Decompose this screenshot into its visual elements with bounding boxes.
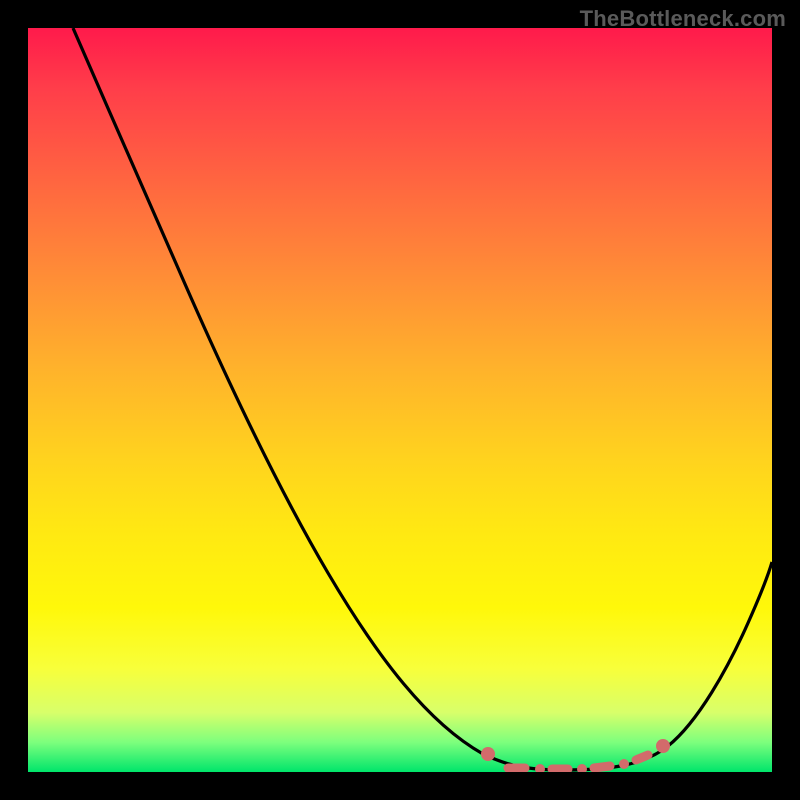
bottleneck-curve xyxy=(73,28,772,770)
valley-marker-dot xyxy=(656,739,670,753)
valley-marker-dot xyxy=(481,747,495,761)
chart-curve-svg xyxy=(28,28,772,772)
chart-plot-area xyxy=(28,28,772,772)
watermark-text: TheBottleneck.com xyxy=(580,6,786,32)
valley-marker-dot xyxy=(535,764,545,772)
valley-marker-dash xyxy=(636,755,648,760)
valley-marker-dash xyxy=(594,766,610,768)
valley-marker-dot xyxy=(577,764,587,772)
valley-marker-dot xyxy=(619,759,629,769)
